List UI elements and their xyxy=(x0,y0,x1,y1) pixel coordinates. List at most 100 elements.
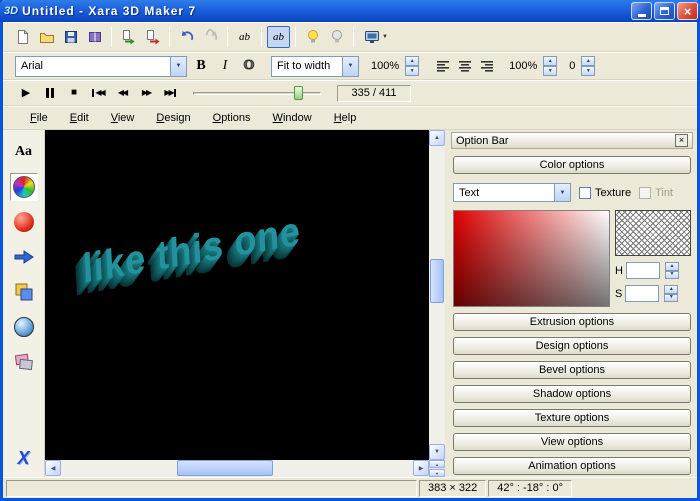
next-frame-button[interactable]: ▶▶ xyxy=(135,83,157,103)
view-options-button[interactable]: View options xyxy=(453,433,691,451)
option-bar-close-button[interactable]: × xyxy=(675,134,688,147)
spacing-spinner[interactable]: ▲ ▼ xyxy=(543,56,557,76)
color-tool-button[interactable] xyxy=(10,173,38,201)
shadow-options-button[interactable]: Shadow options xyxy=(453,385,691,403)
horizontal-scrollbar[interactable]: ◀ ▶ xyxy=(45,460,429,477)
text-tool-button[interactable]: Aa xyxy=(10,138,38,166)
spin-up-icon[interactable]: ▲ xyxy=(543,56,557,66)
menu-design[interactable]: Design xyxy=(145,109,201,127)
bevel-tool-button[interactable] xyxy=(10,278,38,306)
texture-swatch[interactable] xyxy=(615,210,691,256)
pause-button[interactable] xyxy=(39,83,61,103)
hue-input[interactable] xyxy=(626,262,660,279)
spin-up-icon[interactable]: ▲ xyxy=(405,56,419,66)
canvas-3d-text[interactable]: like this one xyxy=(82,207,302,293)
save-button[interactable] xyxy=(59,26,82,48)
last-frame-button[interactable]: ▶▶ xyxy=(159,83,181,103)
menu-help[interactable]: Help xyxy=(323,109,368,127)
horizontal-scroll-track[interactable] xyxy=(61,460,413,477)
minimize-button[interactable] xyxy=(631,2,652,20)
spin-down-icon[interactable]: ▼ xyxy=(405,66,419,76)
texture-options-button[interactable]: Texture options xyxy=(453,409,691,427)
align-center-button[interactable] xyxy=(455,56,475,76)
color-options-button[interactable]: Color options xyxy=(453,156,691,174)
vertical-scroll-track[interactable] xyxy=(429,146,445,444)
spin-down-icon[interactable]: ▼ xyxy=(581,66,595,76)
texture-tool-button[interactable] xyxy=(10,313,38,341)
open-button[interactable] xyxy=(35,26,58,48)
vertical-scroll-thumb[interactable] xyxy=(430,259,444,303)
menu-options[interactable]: Options xyxy=(202,109,262,127)
light-on-button[interactable] xyxy=(301,26,324,48)
spin-down-icon[interactable]: ▼ xyxy=(543,66,557,76)
prev-frame-button[interactable]: ◀◀ xyxy=(111,83,133,103)
vertical-scrollbar[interactable]: ▲ ▼ xyxy=(429,130,445,460)
nudge-up-button[interactable]: ▲ xyxy=(429,460,445,468)
spin-down-icon[interactable]: ▼ xyxy=(665,271,679,280)
animation-options-button[interactable]: Animation options xyxy=(453,457,691,475)
extrusion-options-button[interactable]: Extrusion options xyxy=(453,313,691,331)
canvas[interactable]: like this one xyxy=(45,130,429,460)
font-select[interactable]: Arial ▼ xyxy=(15,56,187,77)
export-movie-button[interactable] xyxy=(83,26,106,48)
maximize-button[interactable] xyxy=(654,2,675,20)
tint-checkbox[interactable] xyxy=(639,187,651,199)
bold-button[interactable]: B xyxy=(191,56,211,76)
zoom-mode-select[interactable]: Fit to width ▼ xyxy=(271,56,359,77)
forward-icon: ▶▶ xyxy=(142,89,150,97)
chevron-down-icon[interactable]: ▼ xyxy=(170,57,186,76)
scroll-right-button[interactable]: ▶ xyxy=(413,460,429,476)
option-bar-header[interactable]: Option Bar × xyxy=(451,132,693,149)
zoom-spinner[interactable]: ▲ ▼ xyxy=(405,56,419,76)
play-button[interactable]: ▶ xyxy=(15,83,37,103)
saturation-spinner[interactable]: ▲ ▼ xyxy=(664,285,678,302)
menu-edit[interactable]: Edit xyxy=(59,109,100,127)
chevron-down-icon[interactable]: ▼ xyxy=(554,184,570,201)
saturation-input[interactable] xyxy=(625,285,659,302)
undo-button[interactable] xyxy=(175,26,198,48)
italic-button[interactable]: I xyxy=(215,56,235,76)
redo-button[interactable] xyxy=(199,26,222,48)
color-gradient-field[interactable] xyxy=(453,210,610,307)
frame-slider[interactable] xyxy=(193,83,321,103)
color-target-select[interactable]: Text ▼ xyxy=(453,183,571,202)
outline-button[interactable]: O xyxy=(239,56,259,76)
scroll-up-button[interactable]: ▲ xyxy=(429,130,445,146)
kerning-spinner[interactable]: ▲ ▼ xyxy=(581,56,595,76)
scroll-down-button[interactable]: ▼ xyxy=(429,444,445,460)
chevron-down-icon[interactable]: ▼ xyxy=(342,57,358,76)
texture-checkbox[interactable] xyxy=(579,187,591,199)
menu-view[interactable]: View xyxy=(100,109,146,127)
horizontal-scroll-thumb[interactable] xyxy=(177,460,273,476)
light-off-button[interactable] xyxy=(325,26,348,48)
animation-tool-button[interactable] xyxy=(10,348,38,376)
spin-up-icon[interactable]: ▲ xyxy=(665,262,679,271)
extrusion-tool-button[interactable] xyxy=(10,243,38,271)
sphere-tool-button[interactable] xyxy=(10,208,38,236)
menu-file[interactable]: File xyxy=(19,109,59,127)
display-quality-button[interactable]: ▼ xyxy=(359,26,393,48)
nudge-down-button[interactable]: ▼ xyxy=(429,469,445,477)
align-left-button[interactable] xyxy=(433,56,453,76)
import-button[interactable] xyxy=(117,26,140,48)
new-button[interactable] xyxy=(11,26,34,48)
frame-slider-thumb[interactable] xyxy=(294,86,303,100)
title-bar[interactable]: 3D Untitled - Xara 3D Maker 7 × xyxy=(0,0,700,22)
menu-window[interactable]: Window xyxy=(262,109,323,127)
bevel-options-button[interactable]: Bevel options xyxy=(453,361,691,379)
close-button[interactable]: × xyxy=(677,2,698,20)
hue-spinner[interactable]: ▲ ▼ xyxy=(665,262,679,279)
stop-button[interactable]: ■ xyxy=(63,83,85,103)
font-toolbar: Arial ▼ B I O Fit to width ▼ 100% ▲ ▼ 10… xyxy=(3,52,697,80)
export-button[interactable] xyxy=(141,26,164,48)
spin-down-icon[interactable]: ▼ xyxy=(664,294,678,303)
spin-up-icon[interactable]: ▲ xyxy=(664,285,678,294)
design-options-button[interactable]: Design options xyxy=(453,337,691,355)
scroll-left-button[interactable]: ◀ xyxy=(45,460,61,476)
align-right-button[interactable] xyxy=(477,56,497,76)
text-options-button[interactable]: ab xyxy=(233,26,256,48)
arrow-down-icon: ▼ xyxy=(434,449,440,455)
text-entry-button[interactable]: ab xyxy=(267,26,290,48)
first-frame-button[interactable]: ◀◀ xyxy=(87,83,109,103)
spin-up-icon[interactable]: ▲ xyxy=(581,56,595,66)
